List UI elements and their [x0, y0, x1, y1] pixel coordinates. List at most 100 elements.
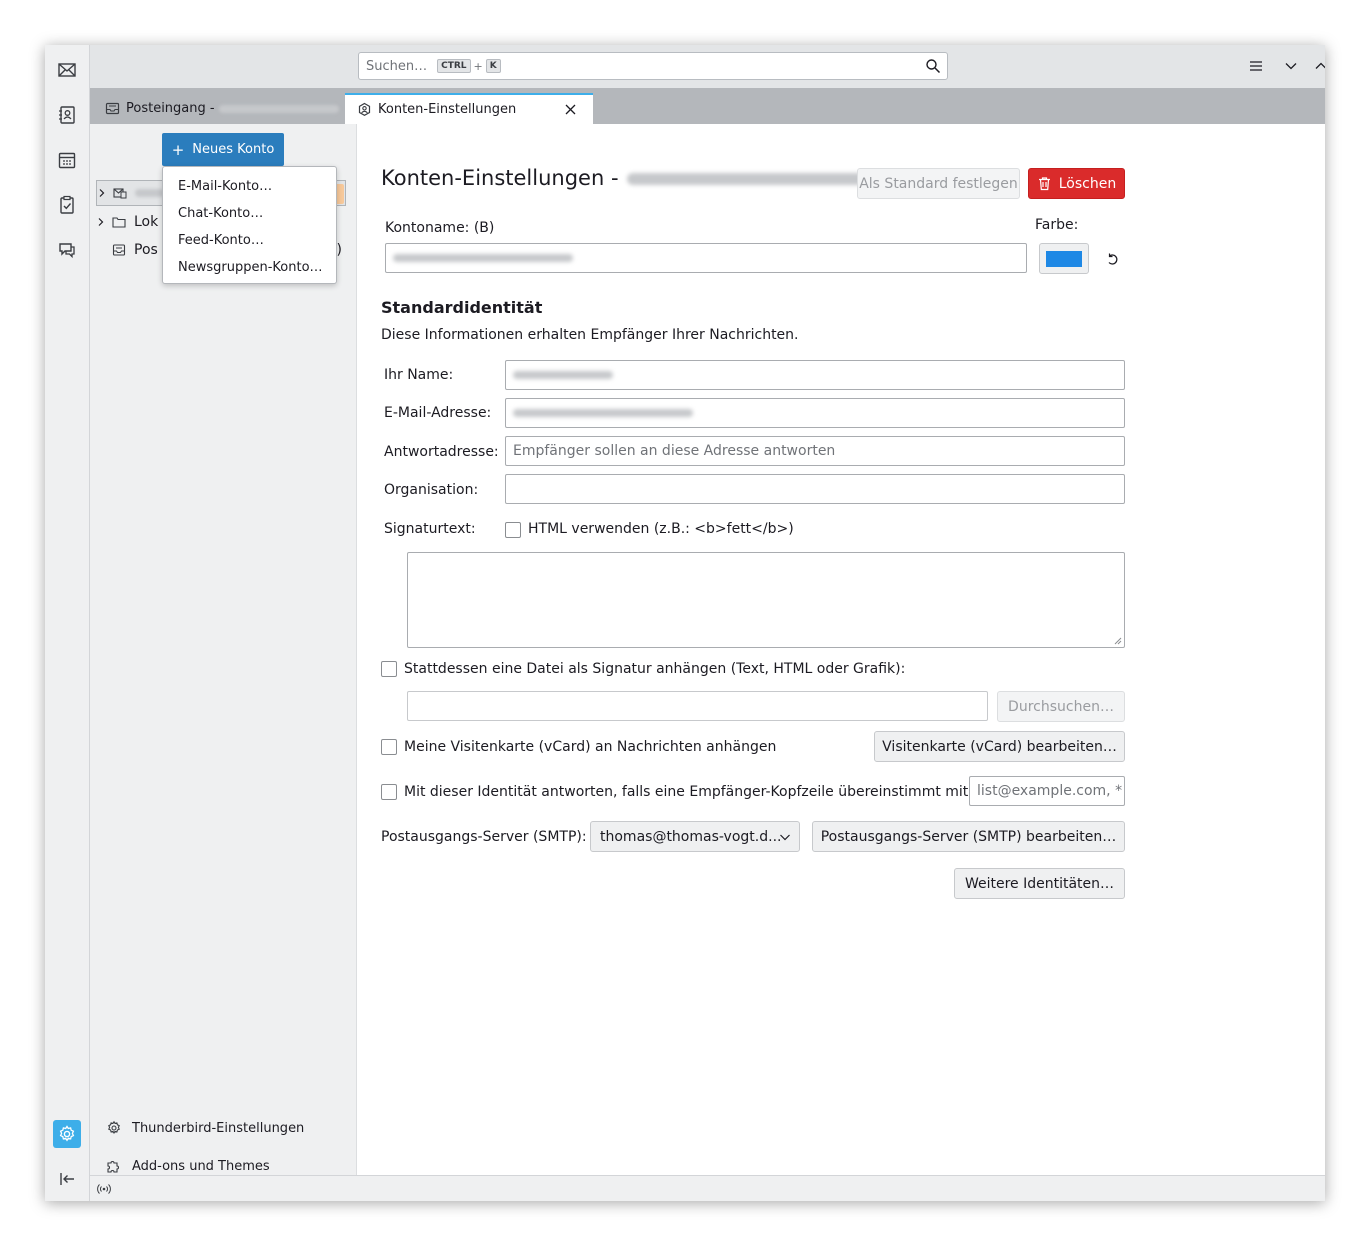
tab-account-settings[interactable]: Konten-Einstellungen — [345, 93, 593, 124]
account-color-picker[interactable] — [1039, 243, 1089, 274]
folder-icon — [112, 217, 126, 228]
chat-space-button[interactable] — [53, 236, 81, 264]
chevron-right-icon[interactable] — [97, 188, 107, 198]
gear-icon — [59, 1125, 75, 1142]
edit-vcard-button[interactable]: Visitenkarte (vCard) bearbeiten… — [874, 731, 1125, 762]
reply-identity-checkbox[interactable] — [381, 784, 397, 800]
email-address-label: E-Mail-Adresse: — [384, 405, 492, 421]
account-name-input[interactable] — [385, 243, 1027, 273]
reply-match-placeholder: list@example.com, * — [977, 783, 1123, 799]
redacted-account-name — [393, 254, 573, 262]
account-settings-icon — [358, 102, 371, 116]
tab-bar: Posteingang - Konten-Einstellungen — [90, 88, 1325, 124]
reply-to-input[interactable]: Empfänger sollen an diese Adresse antwor… — [505, 436, 1125, 466]
trash-icon — [1038, 177, 1050, 191]
browse-label: Durchsuchen… — [1008, 698, 1114, 715]
organization-input[interactable] — [505, 474, 1125, 504]
color-fill — [1046, 251, 1082, 267]
global-search-box[interactable]: Suchen… CTRL + K — [358, 52, 948, 80]
address-book-space-button[interactable] — [53, 101, 81, 129]
your-name-input[interactable] — [505, 360, 1125, 390]
smtp-selected-value: thomas@thomas-vogt.d... — [600, 828, 782, 845]
thunderbird-settings-link[interactable]: Thunderbird-Einstellungen — [106, 1117, 304, 1139]
spaces-toolbar — [45, 45, 90, 1201]
page-title-text: Konten-Einstellungen - — [381, 166, 619, 190]
signature-file-input[interactable] — [407, 691, 988, 721]
more-identities-button[interactable]: Weitere Identitäten… — [954, 868, 1125, 899]
browse-button[interactable]: Durchsuchen… — [997, 691, 1125, 722]
tab-inbox[interactable]: Posteingang - — [93, 93, 343, 124]
use-html-checkbox[interactable] — [505, 522, 521, 538]
plus-icon: + — [171, 140, 185, 159]
address-book-icon — [59, 106, 75, 124]
delete-account-button[interactable]: Löschen — [1028, 168, 1125, 199]
menu-item-feed-account[interactable]: Feed-Konto… — [163, 227, 336, 254]
menu-item-newsgroup-account[interactable]: Newsgruppen-Konto… — [163, 254, 336, 281]
organization-label: Organisation: — [384, 482, 479, 498]
collapse-spaces-button[interactable] — [53, 1165, 81, 1193]
account-settings-content: Konten-Einstellungen - Als Standard fest… — [357, 124, 1325, 1175]
collapse-left-icon — [60, 1173, 74, 1185]
reply-match-input[interactable]: list@example.com, * — [969, 776, 1125, 806]
tasks-icon — [60, 195, 74, 214]
minimize-button[interactable] — [1282, 57, 1300, 75]
menu-item-label: Newsgruppen-Konto… — [178, 260, 323, 275]
search-placeholder: Suchen… — [366, 58, 428, 74]
redacted-account-name — [218, 104, 339, 113]
signature-textarea[interactable] — [407, 552, 1125, 648]
delete-label: Löschen — [1058, 175, 1117, 192]
menu-item-label: Feed-Konto… — [178, 233, 264, 248]
local-folders-label: Lok — [134, 214, 159, 230]
edit-smtp-button[interactable]: Postausgangs-Server (SMTP) bearbeiten… — [812, 821, 1125, 852]
attach-vcard-checkbox[interactable] — [381, 739, 397, 755]
signature-label: Signaturtext: — [384, 521, 476, 537]
shortcut-plus: + — [473, 59, 483, 73]
reply-to-label: Antwortadresse: — [384, 444, 499, 460]
chevron-right-icon[interactable] — [96, 217, 106, 227]
more-identities-label: Weitere Identitäten… — [964, 875, 1115, 892]
app-menu-button[interactable] — [1247, 57, 1265, 75]
reset-color-icon[interactable] — [1106, 252, 1120, 266]
redacted-email — [513, 409, 693, 417]
search-icon — [926, 59, 941, 74]
addons-themes-label: Add-ons und Themes — [132, 1158, 270, 1174]
new-account-button[interactable]: + Neues Konto — [162, 133, 284, 166]
reply-to-placeholder: Empfänger sollen an diese Adresse antwor… — [513, 443, 836, 459]
page-title: Konten-Einstellungen - — [381, 166, 872, 190]
gear-icon — [108, 1120, 120, 1135]
outbox-icon — [112, 244, 126, 256]
close-tab-icon[interactable] — [564, 103, 577, 116]
signature-file-checkbox[interactable] — [381, 661, 397, 677]
redacted-name — [513, 371, 613, 379]
puzzle-icon — [107, 1161, 119, 1173]
use-html-label: HTML verwenden (z.B.: <b>fett</b>) — [528, 521, 794, 537]
edit-vcard-label: Visitenkarte (vCard) bearbeiten… — [882, 738, 1117, 755]
settings-space-button[interactable] — [53, 1120, 81, 1148]
email-address-input[interactable] — [505, 398, 1125, 428]
shortcut-ctrl-key: CTRL — [437, 59, 471, 73]
calendar-icon — [58, 152, 76, 169]
set-default-button[interactable]: Als Standard festlegen — [857, 168, 1020, 199]
addons-themes-link[interactable]: Add-ons und Themes — [106, 1155, 270, 1177]
your-name-label: Ihr Name: — [384, 367, 454, 383]
mail-space-button[interactable] — [53, 56, 81, 84]
menu-item-chat-account[interactable]: Chat-Konto… — [163, 200, 336, 227]
tasks-space-button[interactable] — [53, 191, 81, 219]
smtp-label: Postausgangs-Server (SMTP): — [381, 829, 587, 845]
menu-item-email-account[interactable]: E-Mail-Konto… — [163, 173, 336, 200]
maximize-button[interactable] — [1312, 57, 1325, 75]
thunderbird-window: Suchen… CTRL + K Posteingang - Konten-Ei… — [45, 45, 1325, 1201]
calendar-space-button[interactable] — [53, 146, 81, 174]
attach-vcard-label: Meine Visitenkarte (vCard) an Nachrichte… — [404, 739, 777, 755]
account-name-label: Kontoname: (B) — [385, 220, 495, 236]
resize-handle-icon[interactable] — [1112, 635, 1122, 645]
smtp-server-select[interactable]: thomas@thomas-vogt.d... — [590, 821, 800, 852]
chevron-down-icon — [780, 834, 790, 841]
status-bar — [90, 1175, 1325, 1201]
shortcut-k-key: K — [485, 59, 501, 73]
color-label: Farbe: — [1035, 217, 1079, 233]
menu-item-label: Chat-Konto… — [178, 206, 264, 221]
outbox-label: Pos — [134, 242, 158, 258]
online-status-icon[interactable] — [96, 1182, 112, 1196]
reply-identity-label: Mit dieser Identität antworten, falls ei… — [404, 784, 974, 800]
